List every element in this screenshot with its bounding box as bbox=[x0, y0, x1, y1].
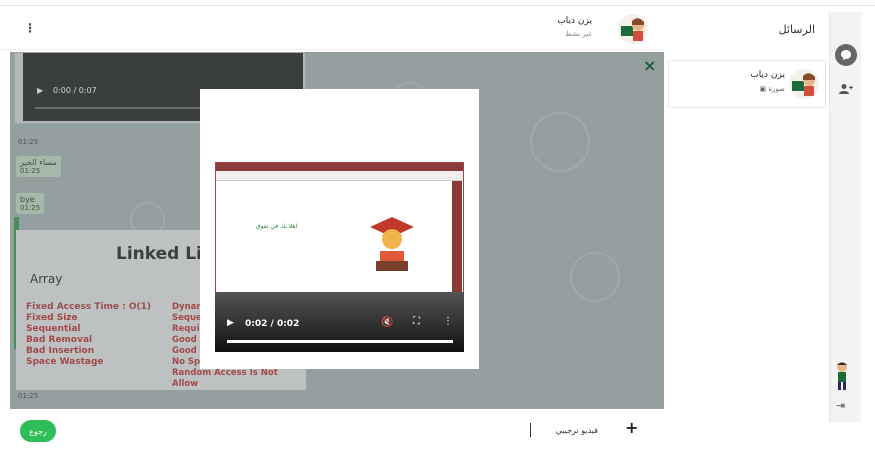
add-attachment-icon[interactable]: + bbox=[625, 418, 638, 437]
media-viewer: اهلا بك في تفوق ▶ 0:02 / 0:02 🔇 ⛶ ⋮ bbox=[200, 89, 479, 369]
contact-name: يزن دياب bbox=[557, 16, 592, 26]
contact-status: غير نشط bbox=[565, 30, 592, 38]
browser-tabbar bbox=[216, 163, 463, 171]
mute-icon[interactable]: 🔇 bbox=[381, 317, 393, 328]
browser-side-bar bbox=[452, 181, 462, 294]
user-avatar[interactable] bbox=[832, 361, 852, 391]
avatar bbox=[789, 69, 819, 99]
preview-text: صورة bbox=[768, 85, 785, 93]
video-time: 0:02 / 0:02 bbox=[245, 319, 300, 329]
more-options-icon[interactable]: ⋮ bbox=[24, 21, 36, 35]
add-user-icon[interactable] bbox=[835, 78, 857, 100]
video-frame: اهلا بك في تفوق bbox=[215, 162, 464, 295]
contact-avatar[interactable] bbox=[618, 14, 648, 44]
list-title: الرسائل bbox=[778, 23, 815, 36]
close-icon[interactable]: × bbox=[643, 56, 656, 75]
video-progress[interactable] bbox=[227, 340, 453, 343]
conversation-item[interactable]: يزن دياب ▣ صورة bbox=[668, 60, 826, 108]
logout-icon[interactable]: ⇥ bbox=[836, 399, 845, 412]
chat-bubble-icon[interactable] bbox=[835, 44, 857, 66]
inner-heading: اهلا بك في تفوق bbox=[256, 223, 298, 230]
conversation-preview: ▣ صورة bbox=[760, 85, 785, 93]
browser-toolbar bbox=[216, 171, 463, 181]
video-controls: ▶ 0:02 / 0:02 🔇 ⛶ ⋮ bbox=[215, 292, 464, 352]
video-player[interactable]: اهلا بك في تفوق ▶ 0:02 / 0:02 🔇 ⛶ ⋮ bbox=[215, 162, 464, 352]
conversation-list: الرسائل يزن دياب ▣ صورة bbox=[664, 12, 829, 422]
play-icon[interactable]: ▶ bbox=[227, 318, 234, 328]
chat-header: ⋮ يزن دياب غير نشط bbox=[0, 6, 664, 50]
student-illustration-icon bbox=[370, 217, 414, 271]
more-options-icon[interactable]: ⋮ bbox=[443, 316, 453, 327]
back-button[interactable]: رجوع bbox=[20, 420, 56, 442]
image-icon: ▣ bbox=[759, 85, 767, 93]
fullscreen-icon[interactable]: ⛶ bbox=[413, 316, 420, 327]
conversation-name: يزن دياب bbox=[750, 70, 785, 80]
caption-input[interactable] bbox=[530, 423, 598, 437]
